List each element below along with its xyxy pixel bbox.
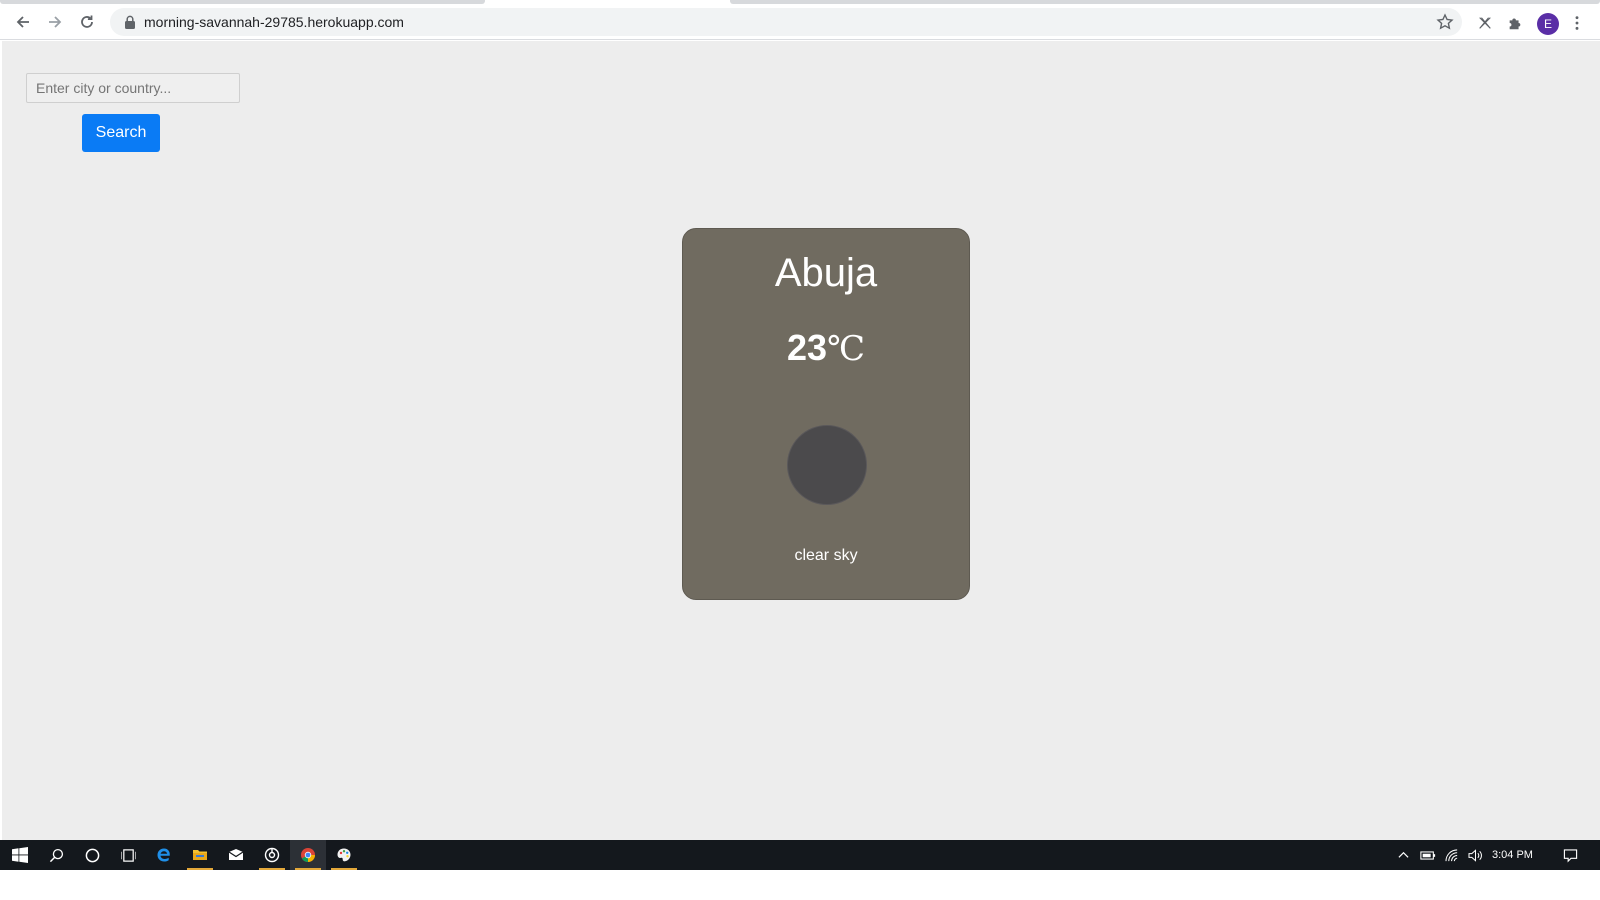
edge-browser-icon — [157, 848, 170, 862]
edge-button[interactable] — [146, 840, 182, 870]
cortana-button[interactable] — [74, 840, 110, 870]
forward-button[interactable] — [41, 8, 69, 36]
extension-x-icon — [1479, 17, 1491, 29]
back-button[interactable] — [9, 8, 37, 36]
mail-envelope-icon — [228, 849, 244, 860]
battery-icon — [1420, 850, 1436, 860]
puzzle-icon — [1509, 18, 1521, 30]
battery-status[interactable] — [1418, 840, 1438, 870]
extension-button[interactable] — [1474, 12, 1496, 34]
chrome-icon — [301, 848, 316, 863]
temperature-unit: ℃ — [827, 329, 866, 369]
forward-arrow-icon — [49, 16, 62, 28]
bookmark-star-icon[interactable] — [1436, 13, 1454, 31]
reload-button[interactable] — [73, 8, 101, 36]
search-icon — [49, 848, 63, 862]
weather-icon — [787, 425, 867, 505]
screen-margin — [0, 870, 1600, 900]
start-button[interactable] — [2, 840, 38, 870]
media-app-button[interactable] — [254, 840, 290, 870]
notification-icon — [1563, 848, 1577, 862]
reload-icon — [81, 15, 93, 28]
city-search-input[interactable] — [26, 73, 240, 103]
speaker-icon — [1467, 848, 1482, 862]
chrome-button[interactable] — [290, 840, 326, 870]
network-status[interactable] — [1442, 840, 1462, 870]
paint-palette-icon — [337, 848, 351, 862]
search-button[interactable]: Search — [82, 114, 160, 152]
wifi-icon — [1444, 848, 1457, 861]
weather-description: clear sky — [794, 547, 858, 564]
profile-avatar[interactable]: E — [1537, 13, 1559, 35]
weather-card: Abuja 23℃ clear sky — [682, 228, 970, 600]
back-arrow-icon — [16, 16, 29, 28]
paint-button[interactable] — [326, 840, 362, 870]
task-view-icon — [120, 848, 136, 862]
windows-logo-icon — [12, 847, 28, 863]
taskbar-search-button[interactable] — [38, 840, 74, 870]
task-view-button[interactable] — [110, 840, 146, 870]
kebab-menu-icon — [1575, 16, 1579, 30]
lock-icon — [125, 15, 135, 29]
temperature: 23℃ — [683, 327, 969, 369]
taskbar-clock[interactable]: 3:04 PM — [1492, 840, 1533, 870]
temperature-value: 23 — [786, 327, 827, 368]
media-disc-icon — [264, 847, 280, 863]
show-hidden-icons-button[interactable] — [1394, 840, 1412, 870]
action-center-button[interactable] — [1558, 840, 1582, 870]
windows-taskbar: 3:04 PM — [0, 840, 1600, 870]
browser-toolbar: morning-savannah-29785.herokuapp.com E — [0, 4, 1600, 40]
page-viewport: Search Abuja 23℃ clear sky — [2, 41, 1600, 840]
mail-button[interactable] — [218, 840, 254, 870]
url-text: morning-savannah-29785.herokuapp.com — [144, 14, 404, 30]
address-bar[interactable]: morning-savannah-29785.herokuapp.com — [110, 8, 1462, 36]
city-name: Abuja — [774, 251, 878, 295]
folder-icon — [193, 850, 207, 860]
volume-status[interactable] — [1465, 840, 1485, 870]
cortana-circle-icon — [85, 848, 99, 862]
extensions-button[interactable] — [1504, 12, 1526, 34]
chevron-up-icon — [1397, 851, 1409, 858]
file-explorer-button[interactable] — [182, 840, 218, 870]
browser-menu-button[interactable] — [1566, 12, 1588, 34]
